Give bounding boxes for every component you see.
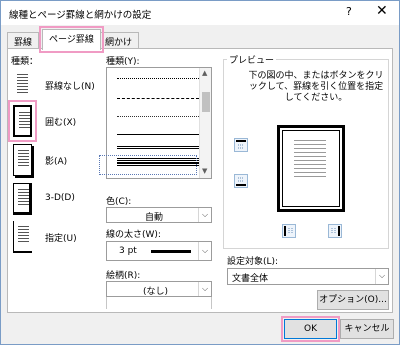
line-style-option[interactable] <box>117 78 199 79</box>
color-label: 色(C): <box>106 197 132 207</box>
style-label: 種類(Y): <box>106 57 140 67</box>
scroll-up-icon[interactable]: ▲ <box>202 69 207 77</box>
tab-borders[interactable]: 罫線 <box>7 32 40 49</box>
kind-none-label: 罫線なし(N) <box>45 82 95 92</box>
title-bar: 線種とページ罫線と網かけの設定 ? ✕ <box>1 1 399 25</box>
ok-button[interactable]: OK <box>281 316 340 342</box>
kind-shadow-icon <box>13 144 32 176</box>
kind-none-icon <box>13 69 32 101</box>
kind-3d-icon <box>13 183 32 215</box>
kind-custom-label: 指定(U) <box>45 234 77 244</box>
kind-shadow-label: 影(A) <box>45 157 68 167</box>
right-border-icon <box>331 226 340 236</box>
apply-to-value: 文書全体 <box>232 274 269 284</box>
kind-custom-icon <box>13 221 32 253</box>
color-value: 自動 <box>145 213 164 223</box>
dialog-title: 線種とページ罫線と網かけの設定 <box>9 10 152 21</box>
width-value: 3 pt <box>119 246 137 256</box>
width-sample-line <box>151 250 191 253</box>
left-border-icon <box>284 226 293 236</box>
scroll-down-icon[interactable]: ▼ <box>202 167 207 175</box>
bottom-border-button[interactable] <box>234 174 248 188</box>
width-label: 線の太さ(W): <box>106 230 161 240</box>
line-style-option[interactable] <box>117 146 199 149</box>
preview-title: プレビュー <box>227 53 277 66</box>
kind-3d-label: 3-D(D) <box>45 193 75 203</box>
line-style-option[interactable] <box>117 134 199 135</box>
left-border-button[interactable] <box>282 224 296 238</box>
tab-page-border[interactable]: ページ罫線 <box>39 26 104 53</box>
help-button[interactable]: ? <box>346 5 352 18</box>
kind-box-label: 囲む(X) <box>45 118 77 128</box>
cancel-button[interactable]: キャンセル <box>340 319 394 339</box>
scroll-thumb[interactable] <box>202 92 210 112</box>
color-combo[interactable]: 自動 ⌵ <box>106 207 212 223</box>
chevron-down-icon[interactable]: ⌵ <box>198 282 211 296</box>
preview-text-lines <box>294 140 326 180</box>
kind-shadow[interactable]: 影(A) <box>9 142 99 180</box>
apply-to-combo[interactable]: 文書全体 ⌵ <box>227 268 389 285</box>
chevron-down-icon[interactable]: ⌵ <box>198 208 211 222</box>
kind-box[interactable]: 囲む(X) <box>8 100 99 142</box>
line-style-scrollbar[interactable]: ▲ ▼ <box>199 68 211 178</box>
line-style-option[interactable] <box>117 98 199 99</box>
preview-page[interactable] <box>277 125 345 212</box>
line-style-option[interactable] <box>117 116 199 117</box>
kind-custom[interactable]: 指定(U) <box>9 219 99 257</box>
art-preview-area <box>106 297 212 309</box>
right-border-button[interactable] <box>328 224 342 238</box>
tab-strip: 罫線 ページ罫線 網かけ <box>1 26 399 53</box>
preview-description: 下の図の中、またはボタンをクリックして、罫線を引く位置を指定してください。 <box>248 71 384 103</box>
kind-label: 種類： <box>11 57 39 67</box>
tab-shading[interactable]: 網かけ <box>98 32 140 49</box>
kind-box-icon <box>8 100 37 142</box>
close-button[interactable]: ✕ <box>376 3 388 19</box>
kind-none[interactable]: 罫線なし(N) <box>9 67 99 105</box>
art-label: 絵柄(R): <box>106 271 141 281</box>
options-button[interactable]: オプション(O)... <box>317 290 389 310</box>
art-value: (なし) <box>143 287 169 297</box>
width-combo[interactable]: 3 pt ⌵ <box>106 241 212 261</box>
chevron-down-icon[interactable]: ⌵ <box>198 242 211 260</box>
borders-shading-dialog: 線種とページ罫線と網かけの設定 ? ✕ 罫線 ページ罫線 網かけ 種類： 罫線な… <box>0 0 400 345</box>
top-border-icon <box>236 140 246 149</box>
line-style-option[interactable] <box>117 162 199 166</box>
art-combo[interactable]: (なし) ⌵ <box>106 281 212 297</box>
bottom-border-icon <box>236 177 246 186</box>
chevron-down-icon[interactable]: ⌵ <box>375 269 388 284</box>
top-border-button[interactable] <box>234 138 248 152</box>
apply-to-label: 設定対象(L): <box>227 257 279 267</box>
line-style-list[interactable]: ▲ ▼ <box>99 67 212 179</box>
kind-3d[interactable]: 3-D(D) <box>9 181 99 219</box>
